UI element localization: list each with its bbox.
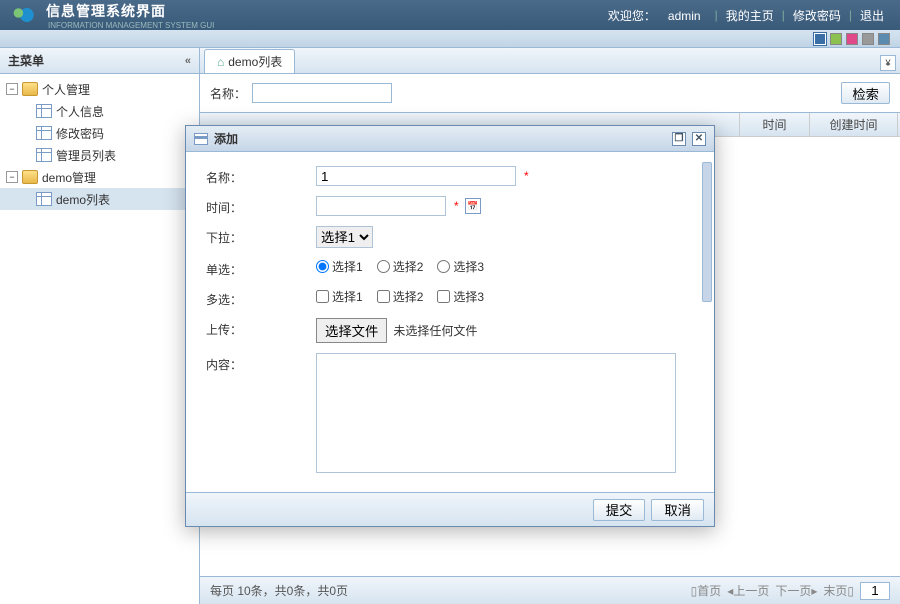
grid-icon	[36, 104, 52, 118]
label-checkbox: 多选：	[206, 288, 316, 308]
checkbox-option-2[interactable]: 选择2	[377, 288, 424, 305]
tree-node-personal[interactable]: − 个人管理	[0, 78, 199, 100]
pager-next[interactable]: 下一页▸	[775, 582, 817, 599]
label-select: 下拉：	[206, 226, 316, 246]
search-button[interactable]: 检索	[841, 82, 890, 104]
cancel-button[interactable]: 取消	[651, 499, 704, 521]
th-time[interactable]: 时间	[740, 113, 810, 136]
filter-name-input[interactable]	[252, 83, 392, 103]
pager-page-input[interactable]	[860, 582, 890, 600]
radio-option-1[interactable]: 选择1	[316, 258, 363, 275]
app-subtitle: INFORMATION MANAGEMENT SYSTEM GUI	[48, 21, 214, 30]
input-name[interactable]	[316, 166, 516, 186]
checkbox-option-3[interactable]: 选择3	[437, 288, 484, 305]
select-dropdown[interactable]: 选择1	[316, 226, 373, 248]
separator: |	[715, 8, 718, 22]
theme-swatch[interactable]	[814, 33, 826, 45]
maximize-icon[interactable]: ❐	[672, 132, 686, 146]
dialog-titlebar[interactable]: 添加 ❐ ✕	[186, 126, 714, 152]
tree-node-demo-list[interactable]: demo列表	[0, 188, 199, 210]
label-content: 内容：	[206, 353, 316, 373]
pager-info: 每页 10条，共0条，共0页	[210, 582, 348, 599]
pager-first[interactable]: ▯首页	[691, 582, 722, 599]
filter-row: 名称： 检索	[200, 74, 900, 112]
tree-label: demo列表	[56, 191, 110, 208]
radio-option-3[interactable]: 选择3	[437, 258, 484, 275]
tree-label: 个人管理	[42, 81, 90, 98]
theme-swatch[interactable]	[862, 33, 874, 45]
tree-node-admin-list[interactable]: 管理员列表	[0, 144, 199, 166]
input-time[interactable]	[316, 196, 446, 216]
dialog-footer: 提交 取消	[186, 492, 714, 526]
textarea-content[interactable]	[316, 353, 676, 473]
nav-tree: − 个人管理 个人信息 修改密码 管理员列表 − demo管理	[0, 74, 199, 214]
pager: 每页 10条，共0条，共0页 ▯首页 ◂上一页 下一页▸ 末页▯	[200, 576, 900, 604]
theme-bar	[0, 30, 900, 48]
required-icon: *	[524, 169, 529, 183]
separator: |	[849, 8, 852, 22]
theme-swatch[interactable]	[878, 33, 890, 45]
collapse-icon[interactable]: −	[6, 171, 18, 183]
tab-label: demo列表	[228, 53, 282, 70]
grid-icon	[36, 126, 52, 140]
scroll-thumb[interactable]	[702, 162, 712, 302]
tree-label: demo管理	[42, 169, 96, 186]
label-time: 时间：	[206, 196, 316, 216]
pager-nav: ▯首页 ◂上一页 下一页▸ 末页▯	[691, 582, 890, 600]
home-icon: ⌂	[217, 55, 224, 69]
welcome-text: 欢迎您：admin	[596, 7, 713, 24]
tabs-menu-icon[interactable]: ¥	[880, 55, 896, 71]
folder-icon	[22, 82, 38, 96]
scrollbar[interactable]	[702, 162, 712, 482]
table-icon	[194, 133, 208, 145]
tree-node-profile[interactable]: 个人信息	[0, 100, 199, 122]
checkbox-option-1[interactable]: 选择1	[316, 288, 363, 305]
logo-icon	[10, 5, 38, 25]
th-created[interactable]: 创建时间	[810, 113, 898, 136]
separator: |	[782, 8, 785, 22]
label-upload: 上传：	[206, 318, 316, 338]
pager-last[interactable]: 末页▯	[823, 582, 854, 599]
close-icon[interactable]: ✕	[692, 132, 706, 146]
sidebar-title: 主菜单	[8, 52, 44, 69]
grid-icon	[36, 192, 52, 206]
logout-link[interactable]: 退出	[854, 7, 890, 24]
sidebar: 主菜单 « − 个人管理 个人信息 修改密码 管理员列表 −	[0, 48, 200, 604]
tree-node-demo[interactable]: − demo管理	[0, 166, 199, 188]
tab-demo-list[interactable]: ⌂ demo列表	[204, 49, 295, 73]
pager-prev[interactable]: ◂上一页	[727, 582, 769, 599]
change-password-link[interactable]: 修改密码	[787, 7, 847, 24]
folder-icon	[22, 170, 38, 184]
calendar-icon[interactable]: 📅	[465, 198, 481, 214]
tree-label: 管理员列表	[56, 147, 116, 164]
tree-label: 个人信息	[56, 103, 104, 120]
theme-swatch[interactable]	[830, 33, 842, 45]
tree-label: 修改密码	[56, 125, 104, 142]
add-dialog: 添加 ❐ ✕ 名称： * 时间： * 📅 下拉： 选择1	[185, 125, 715, 527]
dialog-body: 名称： * 时间： * 📅 下拉： 选择1 单选：	[186, 152, 714, 492]
app-title: 信息管理系统界面	[46, 1, 214, 21]
tree-node-change-pwd[interactable]: 修改密码	[0, 122, 199, 144]
file-status: 未选择任何文件	[393, 322, 477, 339]
my-home-link[interactable]: 我的主页	[720, 7, 780, 24]
app-header: 信息管理系统界面 INFORMATION MANAGEMENT SYSTEM G…	[0, 0, 900, 30]
radio-option-2[interactable]: 选择2	[377, 258, 424, 275]
theme-swatch[interactable]	[846, 33, 858, 45]
dialog-title-text: 添加	[214, 130, 238, 147]
label-radio: 单选：	[206, 258, 316, 278]
filter-label: 名称：	[210, 85, 246, 102]
collapse-sidebar-icon[interactable]: «	[185, 55, 191, 67]
sidebar-header: 主菜单 «	[0, 48, 199, 74]
tab-bar: ⌂ demo列表 ¥	[200, 48, 900, 74]
grid-icon	[36, 148, 52, 162]
header-right: 欢迎您：admin | 我的主页 | 修改密码 | 退出	[596, 7, 890, 24]
collapse-icon[interactable]: −	[6, 83, 18, 95]
file-choose-button[interactable]: 选择文件	[316, 318, 387, 343]
submit-button[interactable]: 提交	[593, 499, 646, 521]
label-name: 名称：	[206, 166, 316, 186]
required-icon: *	[454, 199, 459, 213]
